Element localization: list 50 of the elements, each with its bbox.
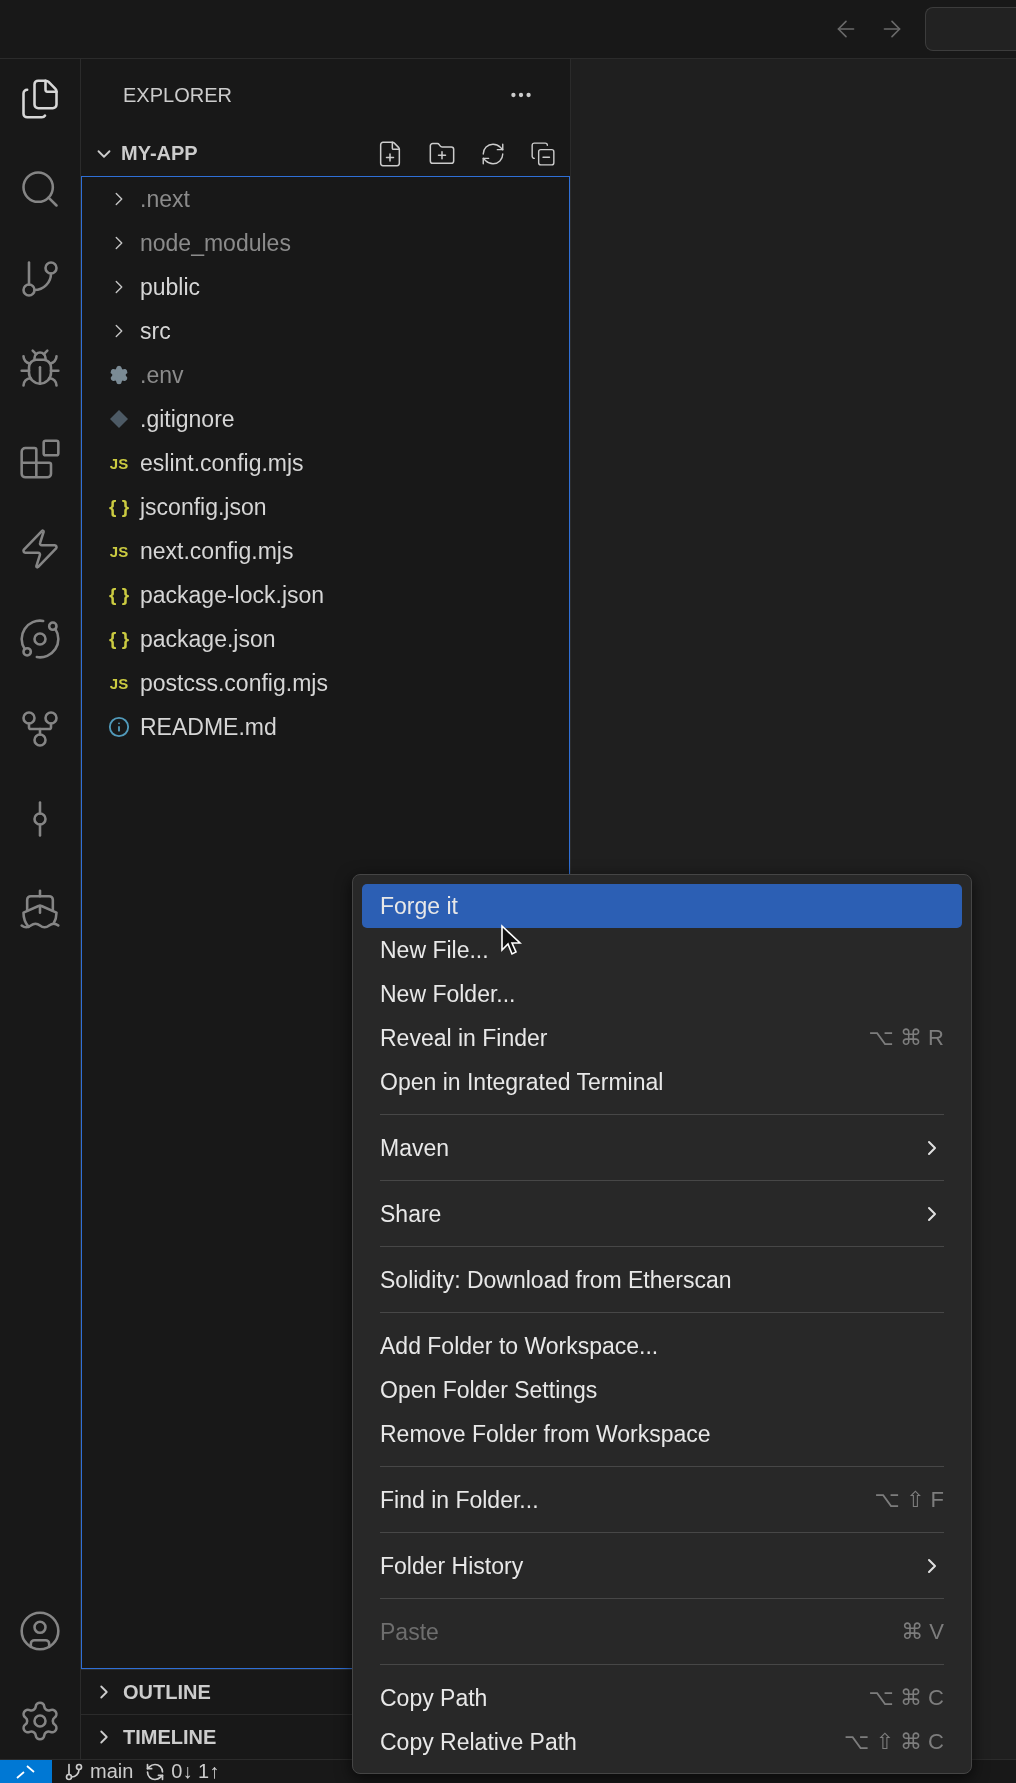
file-tree-item[interactable]: public <box>140 273 201 301</box>
menu-item[interactable]: Remove Folder from Workspace <box>362 1412 962 1456</box>
file-tree-item[interactable]: package-lock.json <box>140 581 325 609</box>
js-file-icon: JS <box>109 542 129 560</box>
menu-item[interactable]: Open Folder Settings <box>362 1368 962 1412</box>
menu-item[interactable]: Solidity: Download from Etherscan <box>362 1258 962 1302</box>
remote-button[interactable] <box>0 1760 52 1783</box>
json-braces-icon: { } <box>108 628 130 650</box>
account-icon[interactable] <box>18 1609 62 1653</box>
sync-icon <box>145 1761 166 1782</box>
sync-status[interactable]: 0↓ 1↑ <box>171 1760 220 1783</box>
js-file-icon: JS <box>109 454 129 472</box>
menu-item[interactable]: Share <box>362 1192 962 1236</box>
menu-item[interactable]: Reveal in Finder ⌥ ⌘ R <box>362 1016 962 1060</box>
mouse-pointer-icon <box>500 924 522 956</box>
branch-name[interactable]: main <box>90 1760 134 1783</box>
menu-item[interactable]: New Folder... <box>362 972 962 1016</box>
explorer-title: EXPLORER <box>123 83 232 107</box>
file-tree-item[interactable]: package.json <box>140 625 276 653</box>
extensions-icon[interactable] <box>18 437 62 481</box>
menu-item[interactable]: Copy Path ⌥ ⌘ C <box>362 1676 962 1720</box>
file-tree-item[interactable]: postcss.config.mjs <box>140 669 328 697</box>
info-icon <box>108 716 130 738</box>
menu-item[interactable]: Maven <box>362 1126 962 1170</box>
menu-item[interactable]: Open in Integrated Terminal <box>362 1060 962 1104</box>
json-braces-icon: { } <box>108 496 130 518</box>
file-tree-item[interactable]: src <box>140 317 171 345</box>
file-tree-item[interactable]: .gitignore <box>140 405 235 433</box>
file-tree-item[interactable]: jsconfig.json <box>140 493 267 521</box>
panel-title[interactable]: TIMELINE <box>123 1725 217 1749</box>
git-diamond-icon <box>109 409 129 429</box>
menu-item[interactable]: Folder History <box>362 1544 962 1588</box>
collapse-all-icon[interactable] <box>530 140 556 167</box>
json-braces-icon: { } <box>108 584 130 606</box>
command-center-field[interactable] <box>925 7 1016 51</box>
branch-icon <box>64 1761 84 1782</box>
menu-item[interactable]: Copy Relative Path ⌥ ⇧ ⌘ C <box>362 1720 962 1764</box>
file-tree-item[interactable]: next.config.mjs <box>140 537 294 565</box>
menu-item[interactable]: Add Folder to Workspace... <box>362 1324 962 1368</box>
file-tree-item[interactable]: .next <box>140 185 190 213</box>
menu-item[interactable]: Find in Folder... ⌥ ⇧ F <box>362 1478 962 1522</box>
file-tree-item[interactable]: README.md <box>140 713 277 741</box>
folder-name[interactable]: MY-APP <box>121 142 370 165</box>
menu-item[interactable]: Forge it <box>362 884 962 928</box>
panel-title[interactable]: OUTLINE <box>123 1680 211 1704</box>
js-file-icon: JS <box>109 674 129 692</box>
file-tree-item[interactable]: node_modules <box>140 229 291 257</box>
menu-item[interactable]: New File... <box>362 928 962 972</box>
file-tree-item[interactable]: eslint.config.mjs <box>140 449 304 477</box>
file-tree-item[interactable]: .env <box>140 361 184 389</box>
